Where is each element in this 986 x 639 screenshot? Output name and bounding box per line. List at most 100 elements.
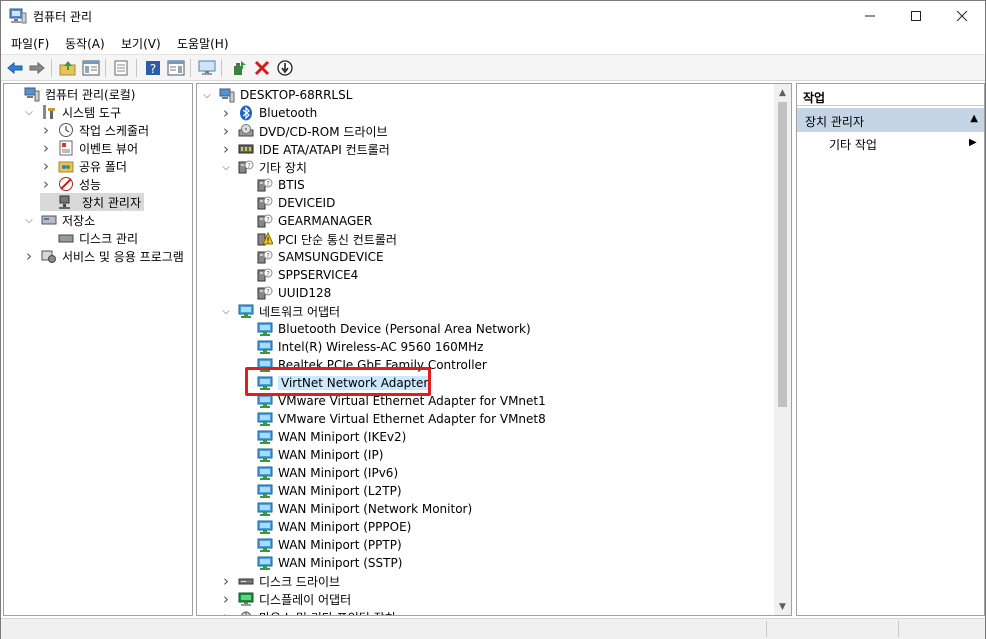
action-section-device-manager[interactable]: 장치 관리자 ▲ [797, 108, 984, 132]
device-tree-item-row[interactable]: ? SAMSUNGDEVICE [239, 248, 384, 266]
collapse-triangle-icon[interactable]: ▲ [970, 113, 978, 124]
update-driver-button[interactable] [229, 59, 249, 77]
menu-action[interactable]: 동작(A) [65, 35, 105, 52]
device-tree-item-row[interactable]: WAN Miniport (SSTP) [239, 554, 402, 572]
device-tree-item-label: WAN Miniport (IP) [278, 448, 384, 462]
console-tree-item-row[interactable]: › 작업 스케줄러 [40, 121, 149, 139]
device-tree-item-row[interactable]: WAN Miniport (IP) [239, 446, 383, 464]
menu-view[interactable]: 보기(V) [121, 35, 161, 52]
network-adapter-icon [257, 519, 273, 535]
device-tree-item-row[interactable]: WAN Miniport (IKEv2) [239, 428, 406, 446]
device-tree-item-row[interactable]: WAN Miniport (IPv6) [239, 464, 398, 482]
unknown-device-icon: ? [257, 267, 273, 283]
console-tree-item-label: 서비스 및 응용 프로그램 [62, 249, 184, 264]
scrollbar-thumb[interactable] [778, 102, 787, 407]
device-tree-item-row[interactable]: PCI 단순 통신 컨트롤러 [239, 230, 397, 248]
menu-help[interactable]: 도움말(H) [177, 35, 229, 52]
console-tree-item-row[interactable]: 장치 관리자 [40, 193, 145, 211]
collapse-chevron-right-icon[interactable]: › [220, 104, 232, 122]
device-tree-item-row[interactable]: WAN Miniport (Network Monitor) [239, 500, 472, 518]
device-tree-item-row[interactable]: ⌵ DESKTOP-68RRLSL [201, 86, 352, 104]
expand-chevron-down-icon[interactable]: ⌵ [23, 214, 35, 226]
disable-device-button[interactable] [275, 59, 295, 77]
device-tree-item-row[interactable]: Intel(R) Wireless-AC 9560 160MHz [239, 338, 483, 356]
minimize-button[interactable] [847, 1, 893, 31]
console-tree-item-row[interactable]: 컴퓨터 관리(로컬) [6, 85, 135, 103]
collapse-chevron-right-icon[interactable]: › [220, 590, 232, 608]
console-tree-item-row[interactable]: › 이벤트 뷰어 [40, 139, 138, 157]
show-hide-action-button[interactable] [166, 59, 186, 77]
device-tree-item-row[interactable]: WAN Miniport (PPTP) [239, 536, 402, 554]
device-tree-item-row[interactable]: › DVD/CD-ROM 드라이브 [220, 122, 388, 140]
device-tree-item-row[interactable]: ⌵? 기타 장치 [220, 158, 307, 176]
device-manager-icon [58, 194, 74, 210]
expand-chevron-down-icon[interactable]: ⌵ [220, 161, 232, 173]
collapse-chevron-right-icon[interactable]: › [220, 122, 232, 140]
vertical-scrollbar[interactable]: ▲ ▼ [774, 84, 791, 615]
console-tree-item-row[interactable]: › 공유 폴더 [40, 157, 127, 175]
expand-chevron-down-icon[interactable]: ⌵ [23, 106, 35, 118]
menu-file[interactable]: 파일(F) [11, 35, 49, 52]
console-tree-item-row[interactable]: 디스크 관리 [40, 229, 138, 247]
device-tree-item-row[interactable]: › Bluetooth [220, 104, 317, 122]
device-tree-item-row[interactable]: › 마우스 및 기타 포인팅 장치 [220, 608, 396, 615]
unknown-device-icon: ? [257, 285, 273, 301]
device-tree-item-row[interactable]: ? UUID128 [239, 284, 331, 302]
network-adapter-icon [257, 411, 273, 427]
device-tree-item-row[interactable]: › 디스플레이 어댑터 [220, 590, 351, 608]
console-tree-item-row[interactable]: ⌵ 시스템 도구 [23, 103, 121, 121]
mouse-icon [238, 609, 254, 615]
forward-button[interactable] [27, 59, 47, 77]
expand-chevron-down-icon[interactable]: ⌵ [201, 89, 213, 101]
show-hide-action-icon [167, 60, 185, 76]
uninstall-device-button[interactable] [252, 59, 272, 77]
maximize-button[interactable] [893, 1, 939, 31]
console-tree-item-row[interactable]: › 서비스 및 응용 프로그램 [23, 247, 184, 265]
device-tree-item-row[interactable]: › 디스크 드라이브 [220, 572, 340, 590]
device-tree-item-row[interactable]: ? GEARMANAGER [239, 212, 372, 230]
collapse-chevron-right-icon[interactable]: › [40, 121, 52, 139]
device-tree-item-row[interactable]: ? BTIS [239, 176, 305, 194]
properties-button[interactable] [111, 59, 131, 77]
device-tree-item-label: DESKTOP-68RRLSL [240, 88, 353, 102]
device-tree-item-row[interactable]: ? SPPSERVICE4 [239, 266, 358, 284]
device-tree-item-row[interactable]: VMware Virtual Ethernet Adapter for VMne… [239, 410, 546, 428]
device-tree-item-row[interactable]: ? DEVICEID [239, 194, 335, 212]
collapse-chevron-right-icon[interactable]: › [40, 175, 52, 193]
more-actions-label: 기타 작업 [829, 138, 877, 152]
close-button[interactable] [939, 1, 985, 31]
event-viewer-icon [58, 140, 74, 156]
collapse-chevron-right-icon[interactable]: › [40, 139, 52, 157]
device-tree-item-row[interactable]: ⌵ 네트워크 어댑터 [220, 302, 340, 320]
monitor-button[interactable] [197, 59, 217, 77]
collapse-chevron-right-icon[interactable]: › [23, 247, 35, 265]
device-tree-item-row[interactable]: WAN Miniport (PPPOE) [239, 518, 411, 536]
device-tree-item-row[interactable]: WAN Miniport (L2TP) [239, 482, 402, 500]
scroll-down-arrow-icon[interactable]: ▼ [774, 598, 791, 615]
show-hide-tree-button[interactable] [81, 59, 101, 77]
disable-device-icon [277, 60, 293, 76]
action-more-actions[interactable]: 기타 작업 [829, 136, 877, 153]
console-tree-item-row[interactable]: ⌵ 저장소 [23, 211, 95, 229]
back-button[interactable] [5, 59, 25, 77]
device-tree-item-row[interactable]: › IDE ATA/ATAPI 컨트롤러 [220, 140, 390, 158]
help-button[interactable]: ? [143, 59, 163, 77]
status-bar [1, 618, 985, 639]
device-tree-item-row[interactable]: Bluetooth Device (Personal Area Network) [239, 320, 531, 338]
console-tree-item-label: 컴퓨터 관리(로컬) [45, 87, 136, 102]
expand-chevron-down-icon[interactable]: ⌵ [220, 305, 232, 317]
collapse-chevron-right-icon[interactable]: › [40, 157, 52, 175]
console-tree-item-row[interactable]: › 성능 [40, 175, 101, 193]
scroll-up-arrow-icon[interactable]: ▲ [774, 84, 791, 101]
submenu-arrow-icon[interactable]: ▶ [969, 137, 977, 148]
up-folder-icon [59, 61, 76, 76]
collapse-chevron-right-icon[interactable]: › [220, 140, 232, 158]
collapse-chevron-right-icon[interactable]: › [220, 572, 232, 590]
up-folder-button[interactable] [58, 59, 78, 77]
console-tree-item-label: 장치 관리자 [82, 195, 142, 210]
device-tree-item-label: IDE ATA/ATAPI 컨트롤러 [259, 142, 390, 157]
collapse-chevron-right-icon[interactable]: › [220, 608, 232, 615]
